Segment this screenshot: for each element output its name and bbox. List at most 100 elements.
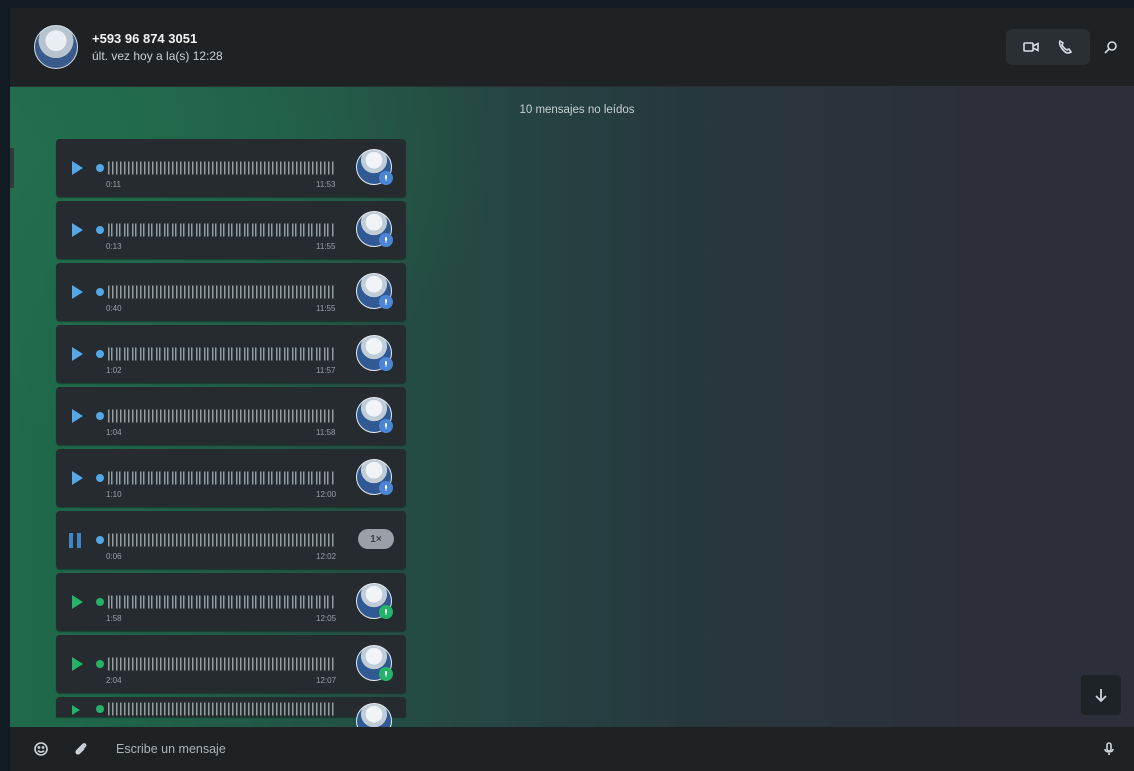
- voice-call-button[interactable]: [1048, 30, 1082, 64]
- attach-icon: [75, 743, 87, 755]
- audio-waveform[interactable]: [96, 469, 334, 487]
- voice-message[interactable]: 2:04 12:07: [56, 635, 406, 693]
- audio-duration: 1:04: [106, 428, 122, 437]
- voice-message[interactable]: 0:13 11:55: [56, 201, 406, 259]
- whatsapp-window: +593 96 874 3051 últ. vez hoy a la(s) 12…: [10, 8, 1134, 771]
- arrow-down-icon: [1095, 689, 1107, 703]
- message-time: 11:57: [316, 366, 336, 375]
- voice-call-icon: [1058, 39, 1073, 54]
- play-icon[interactable]: [72, 471, 83, 485]
- sender-avatar: [356, 703, 392, 727]
- emoji-button[interactable]: [26, 734, 56, 764]
- header-actions: [1006, 29, 1128, 65]
- chat-area: 10 mensajes no leídos 0:11 11:53 0:13 11:55…: [10, 87, 1134, 727]
- microphone-button[interactable]: [1094, 734, 1124, 764]
- audio-waveform[interactable]: [96, 221, 334, 239]
- audio-duration: 0:11: [106, 180, 121, 189]
- play-icon[interactable]: [72, 409, 83, 423]
- message-time: 12:05: [316, 614, 337, 623]
- message-list: 0:11 11:53 0:13 11:55 0:40 11:55 1:02 11:57 1:04…: [56, 139, 406, 727]
- voice-message[interactable]: 0:40 11:55: [56, 263, 406, 321]
- play-icon[interactable]: [72, 285, 83, 299]
- audio-waveform[interactable]: [96, 159, 334, 177]
- voice-message[interactable]: 1:02 11:57: [56, 325, 406, 383]
- playback-position-dot[interactable]: [96, 226, 104, 234]
- mic-badge-icon: [379, 605, 393, 619]
- waveform-bars: [108, 346, 334, 362]
- playback-position-dot[interactable]: [96, 164, 104, 172]
- message-time: 12:07: [316, 676, 337, 685]
- message-time: 12:02: [316, 552, 337, 561]
- waveform-bars: [108, 160, 334, 176]
- mic-badge-icon: [379, 171, 393, 185]
- audio-duration: 0:40: [106, 304, 122, 313]
- audio-waveform[interactable]: [96, 655, 334, 673]
- message-time: 11:53: [316, 180, 336, 189]
- mic-badge-icon: [379, 481, 393, 495]
- contact-info[interactable]: +593 96 874 3051 últ. vez hoy a la(s) 12…: [92, 31, 223, 63]
- playback-position-dot[interactable]: [96, 350, 104, 358]
- mic-badge-icon: [379, 295, 393, 309]
- play-icon[interactable]: [72, 595, 83, 609]
- voice-message[interactable]: 0:11 11:53: [56, 139, 406, 197]
- message-time: 11:55: [316, 304, 336, 313]
- playback-position-dot[interactable]: [96, 474, 104, 482]
- voice-message[interactable]: 0:06 12:02 1×: [56, 511, 406, 569]
- playback-position-dot[interactable]: [96, 536, 104, 544]
- voice-message[interactable]: 1:58 12:05: [56, 573, 406, 631]
- waveform-bars: [108, 222, 334, 238]
- video-call-button[interactable]: [1014, 30, 1048, 64]
- pause-icon[interactable]: [69, 533, 85, 548]
- play-icon[interactable]: [72, 161, 83, 175]
- emoji-icon: [34, 742, 48, 756]
- playback-speed-button[interactable]: 1×: [358, 529, 394, 549]
- playback-position-dot[interactable]: [96, 288, 104, 296]
- voice-message[interactable]: 1:04 11:58: [56, 387, 406, 445]
- waveform-bars: [108, 284, 334, 300]
- audio-duration: 1:10: [106, 490, 122, 499]
- mic-badge-icon: [379, 419, 393, 433]
- audio-waveform[interactable]: [96, 701, 334, 717]
- voice-message-partial[interactable]: [56, 697, 406, 727]
- message-time: 11:58: [316, 428, 336, 437]
- audio-waveform[interactable]: [96, 345, 334, 363]
- playback-position-dot[interactable]: [96, 705, 104, 713]
- scroll-to-bottom-button[interactable]: [1081, 675, 1121, 715]
- search-icon: [1104, 41, 1117, 54]
- playback-position-dot[interactable]: [96, 598, 104, 606]
- playback-position-dot[interactable]: [96, 412, 104, 420]
- voice-message[interactable]: 1:10 12:00: [56, 449, 406, 507]
- microphone-icon: [1104, 742, 1114, 755]
- play-icon[interactable]: [72, 657, 83, 671]
- audio-waveform[interactable]: [96, 407, 334, 425]
- waveform-bars: [108, 408, 334, 424]
- contact-name: +593 96 874 3051: [92, 31, 198, 46]
- playback-position-dot[interactable]: [96, 660, 104, 668]
- audio-duration: 0:13: [106, 242, 122, 251]
- audio-waveform[interactable]: [96, 593, 334, 611]
- mic-badge-icon: [379, 233, 393, 247]
- search-button[interactable]: [1094, 30, 1128, 64]
- unread-banner: 10 mensajes no leídos: [519, 104, 635, 116]
- chat-header: +593 96 874 3051 últ. vez hoy a la(s) 12…: [10, 8, 1134, 87]
- attach-button[interactable]: [66, 734, 96, 764]
- waveform-bars: [108, 701, 334, 717]
- message-time: 11:55: [316, 242, 336, 251]
- message-input[interactable]: Escribe un mensaje: [116, 742, 1094, 756]
- play-icon[interactable]: [72, 223, 83, 237]
- left-edge-handle: [10, 148, 14, 188]
- audio-duration: 1:58: [106, 614, 122, 623]
- audio-waveform[interactable]: [96, 283, 334, 301]
- message-composer: Escribe un mensaje: [10, 727, 1134, 771]
- mic-badge-icon: [379, 667, 393, 681]
- audio-duration: 0:06: [106, 552, 122, 561]
- waveform-bars: [108, 532, 334, 548]
- contact-avatar[interactable]: [34, 25, 78, 69]
- video-call-icon: [1023, 42, 1039, 52]
- play-icon[interactable]: [72, 347, 83, 361]
- waveform-bars: [108, 594, 334, 610]
- waveform-bars: [108, 656, 334, 672]
- audio-waveform[interactable]: [96, 531, 334, 549]
- last-seen: últ. vez hoy a la(s) 12:28: [92, 49, 223, 63]
- play-icon[interactable]: [72, 705, 80, 715]
